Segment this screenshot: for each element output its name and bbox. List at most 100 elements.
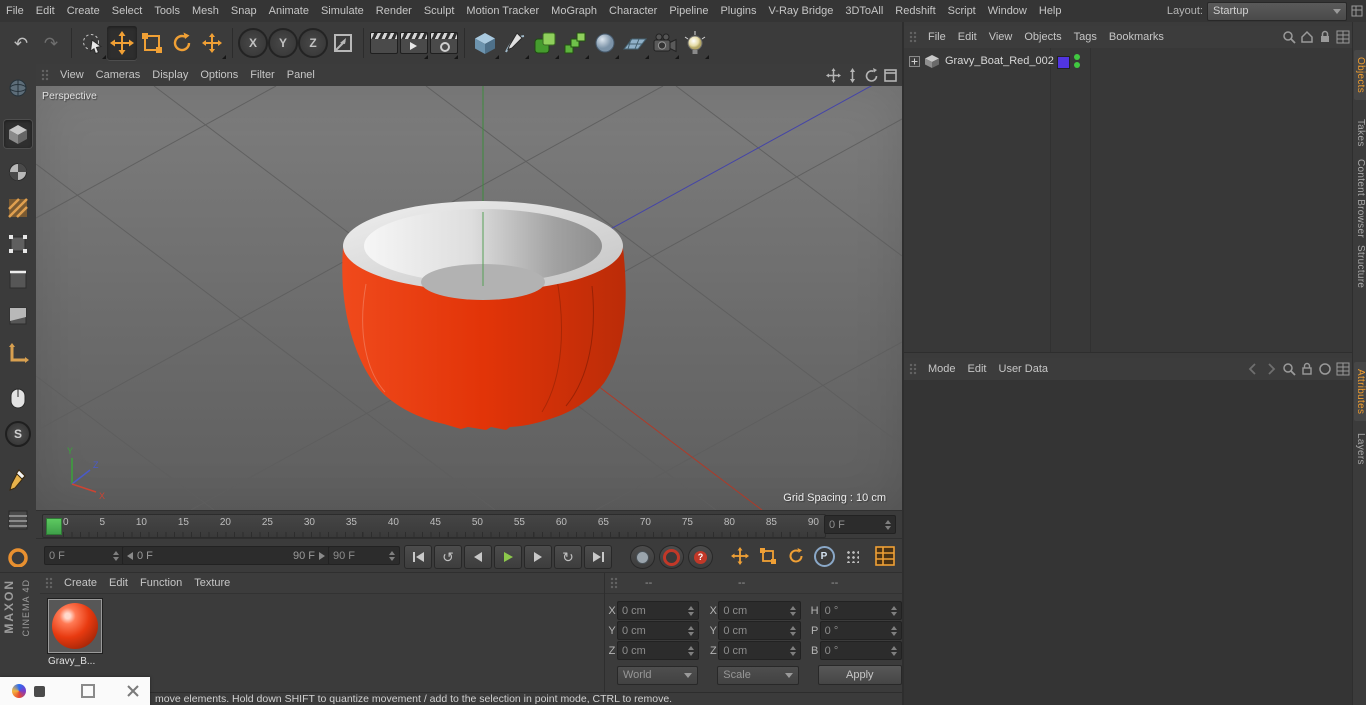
menu-vray-bridge[interactable]: V-Ray Bridge bbox=[763, 0, 840, 22]
panel-grip[interactable] bbox=[909, 363, 917, 375]
record-keyframe-button[interactable] bbox=[630, 545, 655, 569]
tweak-mode-button[interactable] bbox=[4, 384, 32, 412]
size-y-field[interactable]: 0 cm bbox=[718, 621, 801, 640]
search-icon[interactable] bbox=[1282, 362, 1296, 376]
go-to-end-button[interactable] bbox=[584, 545, 612, 569]
menu-character[interactable]: Character bbox=[603, 0, 663, 22]
last-tool-button[interactable] bbox=[197, 26, 227, 60]
om-menu-file[interactable]: File bbox=[922, 26, 952, 48]
model-mode-button[interactable] bbox=[4, 120, 32, 148]
menu-select[interactable]: Select bbox=[106, 0, 149, 22]
tab-takes[interactable]: Takes bbox=[1354, 112, 1366, 154]
viewport-zoom-icon[interactable] bbox=[845, 67, 860, 83]
lock-z-axis-button[interactable]: Z bbox=[298, 26, 328, 60]
snap-toggle-button[interactable]: S bbox=[4, 420, 32, 448]
polygons-mode-button[interactable] bbox=[4, 302, 32, 330]
floor-button[interactable] bbox=[620, 26, 650, 60]
position-x-field[interactable]: 0 cm bbox=[617, 601, 700, 620]
render-visibility-dot[interactable] bbox=[1074, 62, 1080, 68]
menu-3dtoall[interactable]: 3DToAll bbox=[839, 0, 889, 22]
tab-attributes[interactable]: Attributes bbox=[1354, 362, 1366, 422]
overlay-app-icon[interactable] bbox=[12, 684, 26, 698]
vp-menu-cameras[interactable]: Cameras bbox=[90, 64, 147, 86]
menu-create[interactable]: Create bbox=[61, 0, 106, 22]
enable-axis-button[interactable] bbox=[4, 340, 32, 368]
material-name[interactable]: Gravy_B... bbox=[48, 656, 116, 667]
vp-menu-view[interactable]: View bbox=[54, 64, 90, 86]
menu-simulate[interactable]: Simulate bbox=[315, 0, 370, 22]
modeling-pen-button[interactable] bbox=[4, 466, 32, 494]
rotation-p-field[interactable]: 0 ° bbox=[819, 621, 902, 640]
viewport-maximize-icon[interactable] bbox=[883, 68, 898, 83]
range-right-arrow-icon[interactable] bbox=[319, 551, 325, 560]
key-pla-toggle[interactable] bbox=[840, 545, 864, 567]
panel-grip[interactable] bbox=[45, 577, 53, 589]
viewport-pan-icon[interactable] bbox=[826, 67, 841, 83]
camera-button[interactable] bbox=[650, 26, 680, 60]
am-menu-mode[interactable]: Mode bbox=[922, 358, 962, 380]
menu-redshift[interactable]: Redshift bbox=[889, 0, 941, 22]
light-button[interactable] bbox=[680, 26, 710, 60]
autokey-button[interactable] bbox=[659, 545, 684, 569]
overlay-window-icon[interactable] bbox=[34, 685, 45, 697]
end-frame-field[interactable]: 90 F bbox=[328, 546, 400, 565]
am-menu-edit[interactable]: Edit bbox=[962, 358, 993, 380]
keyframe-selection-button[interactable]: ? bbox=[688, 545, 713, 569]
menu-motion-tracker[interactable]: Motion Tracker bbox=[460, 0, 545, 22]
play-loop-button[interactable]: ↻ bbox=[554, 545, 582, 569]
menu-mograph[interactable]: MoGraph bbox=[545, 0, 603, 22]
render-view-button[interactable] bbox=[369, 26, 399, 60]
history-forward-icon[interactable] bbox=[1264, 362, 1278, 376]
apply-button[interactable]: Apply bbox=[817, 665, 902, 685]
overlay-square-icon[interactable] bbox=[81, 684, 95, 698]
menu-file[interactable]: File bbox=[0, 0, 30, 22]
redo-button[interactable]: ↷ bbox=[36, 26, 66, 60]
panel-menu-grid-icon[interactable] bbox=[1336, 30, 1350, 44]
viewport-camera-label[interactable]: Perspective bbox=[42, 90, 97, 102]
render-settings-button[interactable] bbox=[429, 26, 459, 60]
workplane-mode-button[interactable] bbox=[4, 194, 32, 222]
frame-marker[interactable] bbox=[46, 518, 62, 535]
edges-mode-button[interactable] bbox=[4, 266, 32, 294]
tab-layers[interactable]: Layers bbox=[1354, 426, 1366, 472]
menu-animate[interactable]: Animate bbox=[263, 0, 315, 22]
ring-tool-button[interactable] bbox=[4, 542, 32, 570]
points-mode-button[interactable] bbox=[4, 230, 32, 258]
vp-menu-panel[interactable]: Panel bbox=[281, 64, 321, 86]
make-editable-button[interactable] bbox=[4, 74, 32, 102]
pattern-tool-button[interactable] bbox=[4, 506, 32, 534]
position-y-field[interactable]: 0 cm bbox=[617, 621, 700, 640]
material-item[interactable]: Gravy_B... bbox=[40, 598, 116, 667]
search-icon[interactable] bbox=[1282, 30, 1296, 44]
move-tool-button[interactable] bbox=[107, 26, 137, 60]
mograph-cloner-button[interactable] bbox=[560, 26, 590, 60]
undo-button[interactable]: ↶ bbox=[6, 26, 36, 60]
object-name[interactable]: Gravy_Boat_Red_002 bbox=[945, 55, 1054, 67]
key-scale-toggle[interactable] bbox=[756, 545, 780, 567]
timeline-window-button[interactable] bbox=[874, 545, 896, 567]
go-to-start-button[interactable] bbox=[404, 545, 432, 569]
stepper-icon[interactable] bbox=[389, 550, 395, 561]
timeline-ruler[interactable]: 0 5 10 15 20 25 30 35 40 45 50 55 60 65 70 75 80 85 … bbox=[36, 510, 902, 539]
mat-menu-texture[interactable]: Texture bbox=[188, 574, 236, 593]
key-position-toggle[interactable] bbox=[728, 545, 752, 567]
om-menu-bookmarks[interactable]: Bookmarks bbox=[1103, 26, 1170, 48]
panel-grip[interactable] bbox=[41, 69, 49, 81]
object-row[interactable]: Gravy_Boat_Red_002 bbox=[904, 52, 1354, 70]
lock-y-axis-button[interactable]: Y bbox=[268, 26, 298, 60]
menu-mesh[interactable]: Mesh bbox=[186, 0, 225, 22]
menu-snap[interactable]: Snap bbox=[225, 0, 263, 22]
lock-icon[interactable] bbox=[1300, 362, 1314, 376]
spline-pen-button[interactable] bbox=[500, 26, 530, 60]
stepper-icon[interactable] bbox=[885, 519, 891, 530]
expand-icon[interactable] bbox=[909, 55, 920, 67]
position-z-field[interactable]: 0 cm bbox=[617, 641, 700, 660]
panel-grip[interactable] bbox=[610, 577, 618, 589]
menu-help[interactable]: Help bbox=[1033, 0, 1068, 22]
mat-menu-create[interactable]: Create bbox=[58, 574, 103, 593]
menu-edit[interactable]: Edit bbox=[30, 0, 61, 22]
menubar-grid-icon[interactable] bbox=[1351, 5, 1363, 17]
scale-tool-button[interactable] bbox=[137, 26, 167, 60]
simulation-button[interactable] bbox=[590, 26, 620, 60]
size-x-field[interactable]: 0 cm bbox=[718, 601, 801, 620]
